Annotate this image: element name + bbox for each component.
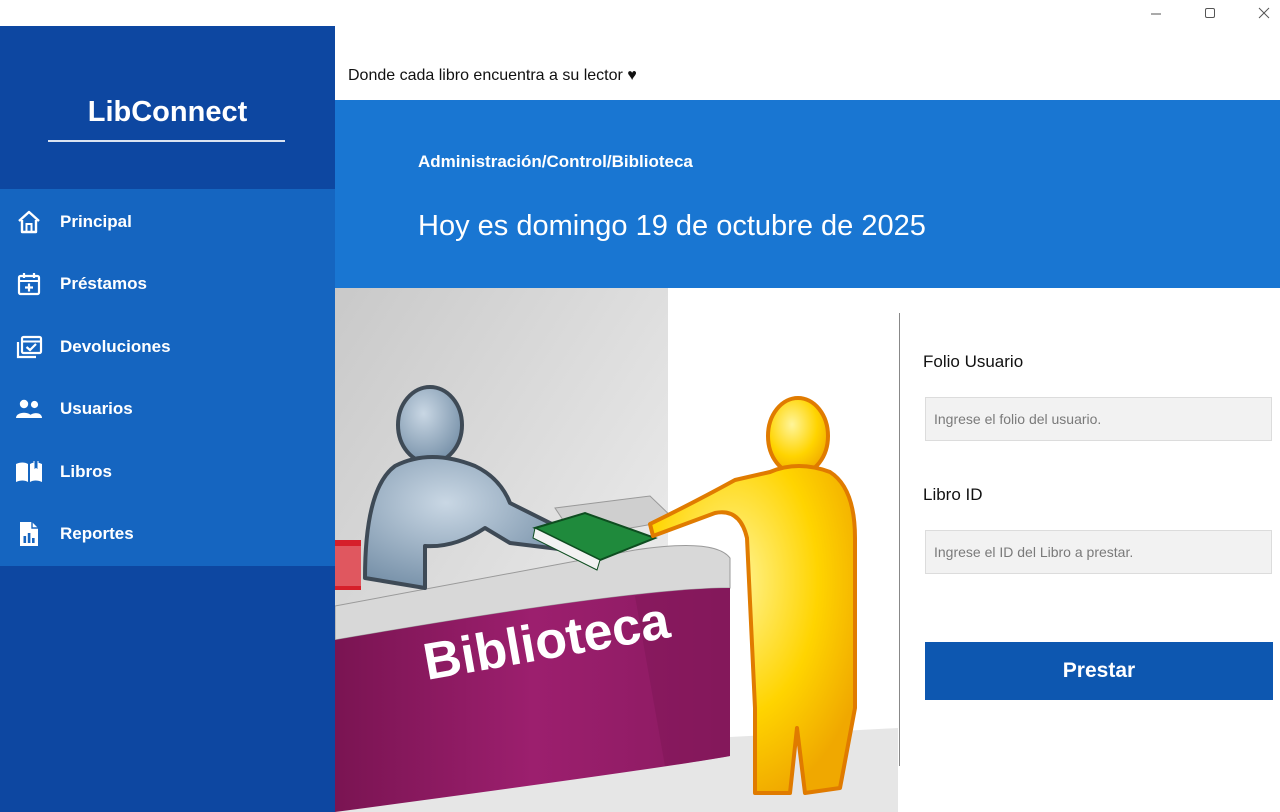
book-open-icon <box>15 458 43 486</box>
library-counter-illustration: Biblioteca <box>335 288 898 812</box>
window-titlebar <box>0 0 1280 26</box>
sidebar: LibConnect Principal Préstamos Devolucio… <box>0 26 335 812</box>
sidebar-item-prestamos[interactable]: Préstamos <box>0 253 335 315</box>
sidebar-item-label: Préstamos <box>60 274 147 293</box>
calendar-check-icon <box>15 333 43 361</box>
sidebar-item-label: Reportes <box>60 524 134 543</box>
library-illustration: Biblioteca <box>335 288 898 812</box>
current-date: Hoy es domingo 19 de octubre de 2025 <box>418 210 926 242</box>
close-button[interactable] <box>1241 0 1280 26</box>
sidebar-item-reportes[interactable]: Reportes <box>0 503 335 565</box>
sidebar-item-devoluciones[interactable]: Devoluciones <box>0 316 335 378</box>
brand-underline <box>48 140 285 142</box>
minimize-button[interactable] <box>1133 0 1179 26</box>
vertical-divider <box>899 313 900 766</box>
sidebar-item-label: Devoluciones <box>60 337 171 356</box>
sidebar-nav: Principal Préstamos Devoluciones Usuario… <box>0 189 335 566</box>
app-title: LibConnect <box>87 96 248 128</box>
app-slogan: Donde cada libro encuentra a su lector ♥ <box>348 67 637 84</box>
header-banner: Administración/Control/Biblioteca Hoy es… <box>335 100 1280 288</box>
minimize-icon <box>1151 13 1161 15</box>
close-icon <box>1258 7 1270 19</box>
users-icon <box>15 395 43 423</box>
sidebar-item-libros[interactable]: Libros <box>0 441 335 503</box>
sidebar-item-usuarios[interactable]: Usuarios <box>0 378 335 440</box>
sidebar-item-principal[interactable]: Principal <box>0 191 335 253</box>
sidebar-item-label: Usuarios <box>60 399 133 418</box>
calendar-plus-icon <box>15 270 43 298</box>
prestar-button[interactable]: Prestar <box>925 642 1273 700</box>
sidebar-item-label: Principal <box>60 212 132 231</box>
maximize-button[interactable] <box>1187 0 1233 26</box>
maximize-icon <box>1205 8 1215 18</box>
sidebar-item-label: Libros <box>60 462 112 481</box>
brand-area: LibConnect <box>0 26 335 189</box>
libro-id-input[interactable] <box>925 530 1272 574</box>
folio-usuario-input[interactable] <box>925 397 1272 441</box>
breadcrumb: Administración/Control/Biblioteca <box>418 152 693 171</box>
report-icon <box>15 520 43 548</box>
folio-usuario-label: Folio Usuario <box>923 352 1024 371</box>
home-icon <box>15 208 43 236</box>
libro-id-label: Libro ID <box>923 485 983 504</box>
